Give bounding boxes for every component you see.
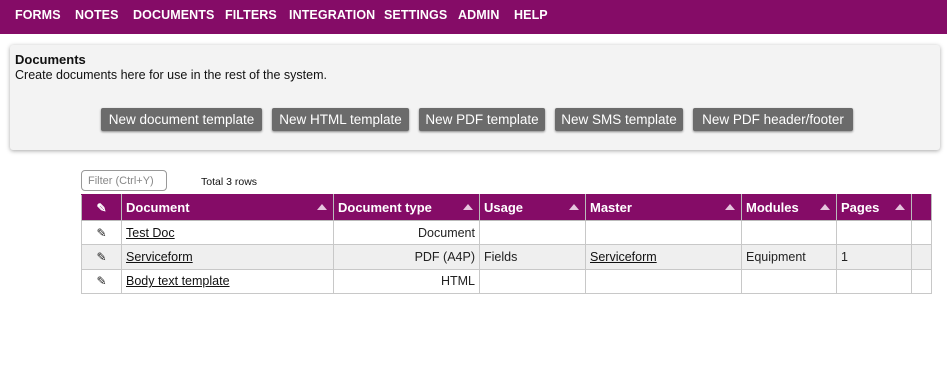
nav-help[interactable]: HELP	[514, 8, 548, 22]
nav-filters[interactable]: FILTERS	[225, 8, 277, 22]
table-row: ✎ Body text template HTML	[81, 268, 932, 295]
nav-forms[interactable]: FORMS	[15, 8, 61, 22]
total-rows: Total 3 rows	[201, 176, 258, 188]
new-document-template-button[interactable]: New document template	[101, 108, 262, 131]
cell-document-type: Document	[333, 219, 480, 246]
nav-notes[interactable]: NOTES	[75, 8, 119, 22]
column-header-document-type[interactable]: Document type	[333, 194, 480, 221]
pencil-icon[interactable]: ✎	[96, 227, 106, 239]
cell-modules: Equipment	[741, 244, 837, 270]
column-header-master[interactable]: Master	[585, 194, 742, 221]
cell-document: Serviceform	[121, 244, 334, 270]
edit-cell[interactable]: ✎	[81, 268, 122, 295]
document-link[interactable]: Body text template	[126, 274, 230, 288]
documents-panel: Documents Create documents here for use …	[10, 45, 940, 150]
cell-spacer	[911, 244, 932, 270]
master-link[interactable]: Serviceform	[590, 250, 657, 264]
edit-column-header: ✎	[81, 194, 122, 221]
nav-settings[interactable]: SETTINGS	[384, 8, 447, 22]
cell-document: Test Doc	[121, 219, 334, 246]
sort-asc-icon[interactable]	[895, 204, 905, 210]
column-header-pages[interactable]: Pages	[836, 194, 912, 221]
cell-usage: Fields	[479, 244, 586, 270]
cell-modules	[741, 268, 837, 295]
sort-asc-icon[interactable]	[820, 204, 830, 210]
panel-title: Documents	[15, 52, 86, 67]
edit-cell[interactable]: ✎	[81, 219, 122, 246]
cell-document-type: PDF (A4P)	[333, 244, 480, 270]
column-header-spacer	[911, 194, 932, 221]
sort-asc-icon[interactable]	[317, 204, 327, 210]
cell-pages	[836, 219, 912, 246]
new-sms-template-button[interactable]: New SMS template	[555, 108, 683, 131]
nav-admin[interactable]: ADMIN	[458, 8, 499, 22]
top-nav: FORMS NOTES DOCUMENTS FILTERS INTEGRATIO…	[0, 0, 947, 34]
cell-usage	[479, 219, 586, 246]
column-header-modules[interactable]: Modules	[741, 194, 837, 221]
new-pdf-template-button[interactable]: New PDF template	[419, 108, 545, 131]
cell-modules	[741, 219, 837, 246]
cell-pages	[836, 268, 912, 295]
column-header-document[interactable]: Document	[121, 194, 334, 221]
sort-asc-icon[interactable]	[569, 204, 579, 210]
cell-document: Body text template	[121, 268, 334, 295]
cell-spacer	[911, 219, 932, 246]
new-html-template-button[interactable]: New HTML template	[272, 108, 409, 131]
pencil-icon[interactable]: ✎	[96, 275, 106, 287]
document-link[interactable]: Serviceform	[126, 250, 193, 264]
column-header-usage[interactable]: Usage	[479, 194, 586, 221]
cell-pages: 1	[836, 244, 912, 270]
cell-master	[585, 219, 742, 246]
documents-table: ✎ Document Document type Usage Master Mo…	[81, 194, 932, 295]
edit-cell[interactable]: ✎	[81, 244, 122, 270]
sort-asc-icon[interactable]	[463, 204, 473, 210]
pencil-icon: ✎	[96, 201, 107, 215]
cell-spacer	[911, 268, 932, 295]
panel-description: Create documents here for use in the res…	[15, 68, 327, 82]
table-row: ✎ Serviceform PDF (A4P) Fields Servicefo…	[81, 244, 932, 270]
cell-document-type: HTML	[333, 268, 480, 295]
document-link[interactable]: Test Doc	[126, 226, 175, 240]
filter-input[interactable]	[81, 170, 167, 191]
cell-master	[585, 268, 742, 295]
pencil-icon[interactable]: ✎	[96, 251, 106, 263]
table-header-row: ✎ Document Document type Usage Master Mo…	[81, 194, 932, 221]
new-pdf-header-footer-button[interactable]: New PDF header/footer	[693, 108, 853, 131]
cell-usage	[479, 268, 586, 295]
nav-integration[interactable]: INTEGRATION	[289, 8, 375, 22]
sort-asc-icon[interactable]	[725, 204, 735, 210]
cell-master: Serviceform	[585, 244, 742, 270]
nav-documents[interactable]: DOCUMENTS	[133, 8, 214, 22]
table-row: ✎ Test Doc Document	[81, 219, 932, 246]
